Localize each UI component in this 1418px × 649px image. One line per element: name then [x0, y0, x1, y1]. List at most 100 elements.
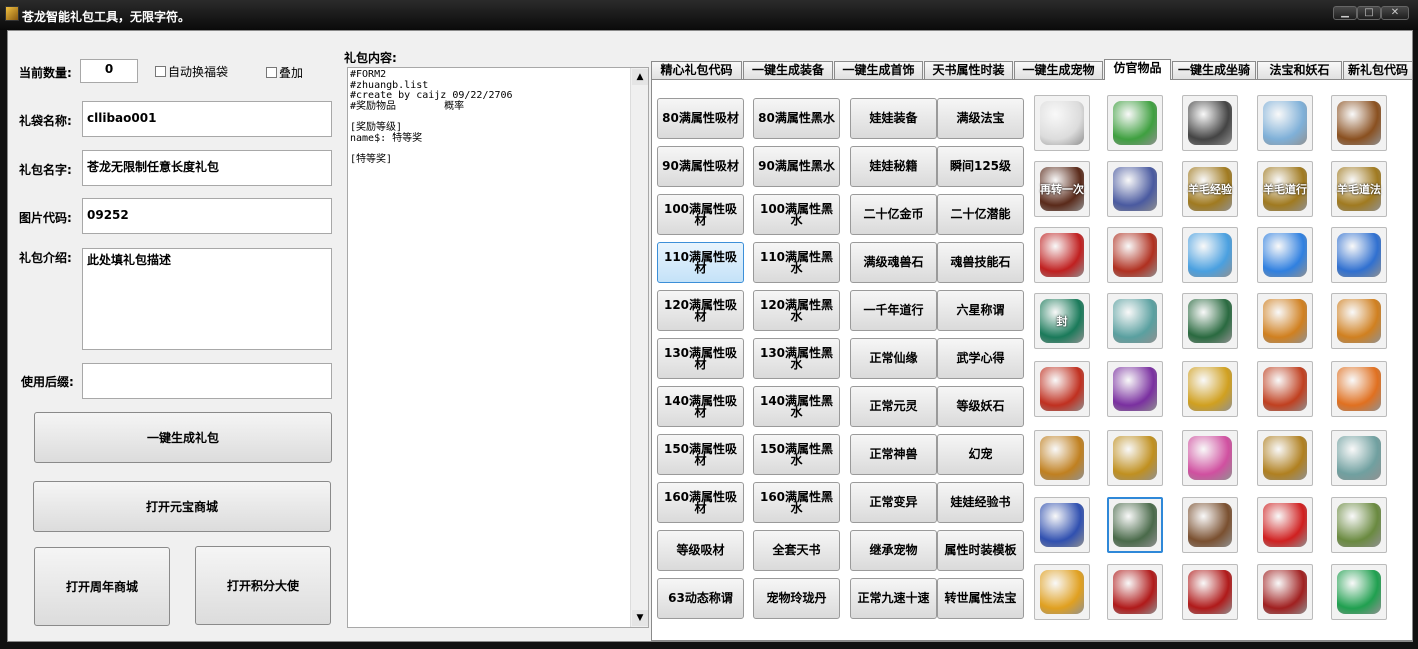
item-slot[interactable] — [1257, 293, 1313, 349]
generate-item-button[interactable]: 娃娃经验书 — [937, 482, 1024, 523]
tab-7[interactable]: 法宝和妖石 — [1257, 61, 1342, 79]
generate-item-button[interactable]: 宠物玲珑丹 — [753, 578, 840, 619]
item-slot[interactable] — [1107, 293, 1163, 349]
item-slot[interactable] — [1182, 227, 1238, 283]
desc-field[interactable]: 此处填礼包描述 — [82, 248, 332, 350]
open-anniversary-shop-button[interactable]: 打开周年商城 — [34, 547, 170, 626]
tab-1[interactable]: 一键生成装备 — [743, 61, 833, 79]
generate-item-button[interactable]: 等级吸材 — [657, 530, 744, 571]
minimize-button[interactable]: ▁ — [1333, 6, 1357, 20]
item-slot[interactable] — [1034, 227, 1090, 283]
tab-8[interactable]: 新礼包代码 — [1343, 61, 1413, 79]
generate-item-button[interactable]: 娃娃装备 — [850, 98, 937, 139]
generate-item-button[interactable]: 100满属性黑水 — [753, 194, 840, 235]
item-slot[interactable] — [1182, 95, 1238, 151]
generate-item-button[interactable]: 130满属性黑水 — [753, 338, 840, 379]
item-slot[interactable] — [1107, 430, 1163, 486]
item-slot[interactable]: 羊毛经验 — [1182, 161, 1238, 217]
close-button[interactable]: ✕ — [1381, 6, 1409, 20]
generate-item-button[interactable]: 110满属性黑水 — [753, 242, 840, 283]
tab-4[interactable]: 一键生成宠物 — [1014, 61, 1103, 79]
stack-checkbox[interactable]: 叠加 — [266, 64, 303, 81]
count-field[interactable]: 0 — [80, 59, 138, 83]
generate-item-button[interactable]: 二十亿金币 — [850, 194, 937, 235]
item-slot[interactable] — [1331, 430, 1387, 486]
item-slot[interactable] — [1182, 293, 1238, 349]
generate-item-button[interactable]: 幻宠 — [937, 434, 1024, 475]
item-slot[interactable] — [1257, 497, 1313, 553]
generate-item-button[interactable]: 二十亿潜能 — [937, 194, 1024, 235]
generate-item-button[interactable]: 160满属性吸材 — [657, 482, 744, 523]
item-slot[interactable] — [1257, 95, 1313, 151]
generate-item-button[interactable]: 武学心得 — [937, 338, 1024, 379]
item-slot[interactable] — [1034, 497, 1090, 553]
generate-item-button[interactable]: 120满属性黑水 — [753, 290, 840, 331]
image-code-field[interactable]: 09252 — [82, 198, 332, 234]
item-slot[interactable] — [1182, 430, 1238, 486]
item-slot[interactable]: 羊毛道行 — [1257, 161, 1313, 217]
generate-item-button[interactable]: 继承宠物 — [850, 530, 937, 571]
generate-item-button[interactable]: 满级法宝 — [937, 98, 1024, 139]
item-slot[interactable] — [1034, 361, 1090, 417]
generate-item-button[interactable]: 120满属性吸材 — [657, 290, 744, 331]
generate-item-button[interactable]: 转世属性法宝 — [937, 578, 1024, 619]
item-slot[interactable] — [1257, 227, 1313, 283]
suffix-field[interactable] — [82, 363, 332, 399]
item-slot[interactable]: 羊毛道法 — [1331, 161, 1387, 217]
item-slot[interactable] — [1331, 497, 1387, 553]
item-slot[interactable] — [1331, 564, 1387, 620]
pack-name-field[interactable]: 苍龙无限制任意长度礼包 — [82, 150, 332, 186]
open-points-envoy-button[interactable]: 打开积分大使 — [195, 546, 331, 625]
generate-item-button[interactable]: 正常神兽 — [850, 434, 937, 475]
generate-item-button[interactable]: 90满属性黑水 — [753, 146, 840, 187]
tab-0[interactable]: 精心礼包代码 — [651, 61, 742, 79]
generate-item-button[interactable]: 150满属性吸材 — [657, 434, 744, 475]
item-slot[interactable] — [1034, 564, 1090, 620]
auto-bag-checkbox[interactable]: 自动换福袋 — [155, 63, 228, 80]
item-slot[interactable] — [1107, 161, 1163, 217]
generate-item-button[interactable]: 150满属性黑水 — [753, 434, 840, 475]
generate-item-button[interactable]: 110满属性吸材 — [657, 242, 744, 283]
bag-name-field[interactable]: cllibao001 — [82, 101, 332, 137]
tab-2[interactable]: 一键生成首饰 — [834, 61, 923, 79]
item-slot[interactable] — [1107, 361, 1163, 417]
generate-item-button[interactable]: 正常元灵 — [850, 386, 937, 427]
generate-item-button[interactable]: 130满属性吸材 — [657, 338, 744, 379]
item-slot[interactable] — [1107, 95, 1163, 151]
tab-3[interactable]: 天书属性时装 — [924, 61, 1013, 79]
item-slot[interactable] — [1331, 361, 1387, 417]
tab-6[interactable]: 一键生成坐骑 — [1172, 61, 1256, 79]
item-slot[interactable] — [1107, 227, 1163, 283]
item-slot[interactable] — [1331, 95, 1387, 151]
generate-item-button[interactable]: 正常九速十速 — [850, 578, 937, 619]
title-bar[interactable]: 苍龙智能礼包工具，无限字符。 ▁ □ ✕ — [0, 0, 1418, 30]
generate-item-button[interactable]: 属性时装模板 — [937, 530, 1024, 571]
item-slot[interactable] — [1107, 497, 1163, 553]
scroll-down-icon[interactable]: ▼ — [632, 610, 648, 626]
generate-pack-button[interactable]: 一键生成礼包 — [34, 412, 332, 463]
item-slot[interactable] — [1257, 564, 1313, 620]
generate-item-button[interactable]: 63动态称谓 — [657, 578, 744, 619]
item-slot[interactable] — [1331, 227, 1387, 283]
item-slot[interactable] — [1257, 361, 1313, 417]
item-slot[interactable] — [1331, 293, 1387, 349]
item-slot[interactable]: 再转一次 — [1034, 161, 1090, 217]
generate-item-button[interactable]: 160满属性黑水 — [753, 482, 840, 523]
generate-item-button[interactable]: 140满属性黑水 — [753, 386, 840, 427]
item-slot[interactable] — [1182, 361, 1238, 417]
generate-item-button[interactable]: 正常变异 — [850, 482, 937, 523]
tab-5[interactable]: 仿官物品 — [1104, 59, 1171, 80]
open-shop-button[interactable]: 打开元宝商城 — [33, 481, 331, 532]
item-slot[interactable] — [1182, 564, 1238, 620]
generate-item-button[interactable]: 80满属性黑水 — [753, 98, 840, 139]
generate-item-button[interactable]: 100满属性吸材 — [657, 194, 744, 235]
maximize-button[interactable]: □ — [1357, 6, 1381, 20]
scroll-up-icon[interactable]: ▲ — [632, 69, 648, 85]
item-slot[interactable] — [1034, 430, 1090, 486]
content-editor[interactable]: #FORM2 #zhuangb.list #create by caijz 09… — [347, 67, 649, 628]
generate-item-button[interactable]: 娃娃秘籍 — [850, 146, 937, 187]
generate-item-button[interactable]: 80满属性吸材 — [657, 98, 744, 139]
generate-item-button[interactable]: 正常仙缘 — [850, 338, 937, 379]
item-slot[interactable]: 封 — [1034, 293, 1090, 349]
generate-item-button[interactable]: 140满属性吸材 — [657, 386, 744, 427]
